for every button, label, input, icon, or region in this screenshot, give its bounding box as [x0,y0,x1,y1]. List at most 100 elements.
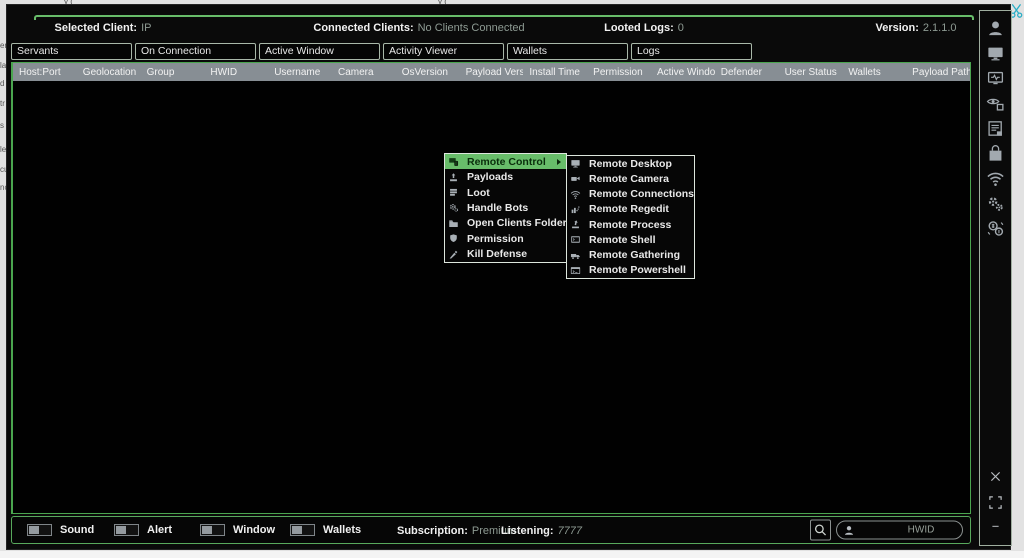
submenu-item-remote-desktop[interactable]: Remote Desktop [567,156,694,171]
process-icon [570,219,581,230]
window-checkbox-label: Window [233,524,275,536]
tab-active-window[interactable]: Active Window [259,43,380,60]
tab-wallets[interactable]: Wallets [507,43,628,60]
camera-icon [570,173,581,184]
column-host-port[interactable]: Host:Port [13,67,77,78]
shield-icon [448,233,459,244]
sidebar-activity-monitor-icon[interactable] [986,69,1005,88]
close-icon[interactable] [988,469,1003,484]
sidebar-user-icon[interactable] [986,19,1005,38]
sidebar-coins-icon[interactable] [986,219,1005,238]
menu-item-label: Open Clients Folder [467,217,567,229]
tab-activity-viewer[interactable]: Activity Viewer [383,43,504,60]
submenu-item-remote-powershell[interactable]: Remote Powershell [567,263,694,278]
selected-client-label: Selected Client: [55,22,138,34]
sidebar-notes-icon[interactable] [986,119,1005,138]
submenu-arrow-icon [557,159,561,165]
submenu-item-remote-shell[interactable]: Remote Shell [567,232,694,247]
version-value: 2.1.1.0 [923,22,957,34]
sidebar-gears-icon[interactable] [986,194,1005,213]
alert-checkbox-group: Alert [114,524,172,536]
menu-item-label: Remote Process [589,219,671,231]
app-window: Selected Client:IP Connected Clients:No … [6,4,1011,550]
desktop-background-strip [0,551,1024,558]
alert-checkbox[interactable] [114,524,139,536]
maximize-icon[interactable] [988,495,1003,510]
version-status: Version:2.1.1.0 [875,22,956,34]
menu-item-label: Remote Gathering [589,249,680,261]
menu-item-open-clients-folder[interactable]: Open Clients Folder [445,216,566,231]
sound-checkbox-group: Sound [27,524,94,536]
column-username[interactable]: Username [268,67,332,78]
wallets-checkbox-label: Wallets [323,524,361,536]
sidebar-monitor-icon[interactable] [986,44,1005,63]
monitor-icon [570,158,581,169]
sidebar-surveillance-icon[interactable] [986,94,1005,113]
tab-on-connection[interactable]: On Connection [135,43,256,60]
submenu-item-remote-camera[interactable]: Remote Camera [567,171,694,186]
listening-port-value: 7777 [558,525,582,537]
user-icon [843,524,855,536]
menu-item-remote-control[interactable]: Remote Control [445,154,566,169]
menu-item-label: Remote Camera [589,173,669,185]
sound-checkbox-label: Sound [60,524,94,536]
column-hwid[interactable]: HWID [204,67,268,78]
column-geolocation[interactable]: Geolocation [77,67,141,78]
menu-item-kill-defense[interactable]: Kill Defense [445,247,566,262]
menu-item-label: Payloads [467,171,513,183]
column-camera[interactable]: Camera [332,67,396,78]
alert-checkbox-label: Alert [147,524,172,536]
menu-item-label: Kill Defense [467,248,527,260]
clients-table-body[interactable] [13,81,970,513]
remote-control-submenu: Remote Desktop Remote Camera Remote Conn… [566,155,695,279]
menu-item-permission[interactable]: Permission [445,231,566,246]
column-user-status[interactable]: User Status [779,67,843,78]
gear-icon [448,202,459,213]
sound-checkbox[interactable] [27,524,52,536]
search-button[interactable] [810,520,831,541]
minimize-icon[interactable] [988,521,1003,531]
clients-table: Host:Port Geolocation Group HWID Usernam… [11,62,971,514]
tab-row: Servants On Connection Active Window Act… [11,43,752,60]
column-group[interactable]: Group [141,67,205,78]
sidebar [979,10,1012,546]
wifi-icon [570,189,581,200]
context-menu: Remote Control Payloads Loot Handle Bots… [444,153,567,263]
column-defender[interactable]: Defender [715,67,779,78]
column-wallets[interactable]: Wallets [842,67,906,78]
status-bar-border [34,15,974,20]
submenu-item-remote-regedit[interactable]: Remote Regedit [567,202,694,217]
column-active-window[interactable]: Active Window [651,67,715,78]
subscription-status: Subscription:Premium [397,521,516,539]
tab-logs[interactable]: Logs [631,43,752,60]
sidebar-bag-icon[interactable] [986,144,1005,163]
menu-item-label: Remote Powershell [589,264,686,276]
subscription-label: Subscription: [397,525,468,537]
column-osversion[interactable]: OsVersion [396,67,460,78]
wallets-checkbox[interactable] [290,524,315,536]
menu-item-payloads[interactable]: Payloads [445,169,566,184]
column-install-time[interactable]: Install Time [523,67,587,78]
connected-clients-value: No Clients Connected [418,22,525,34]
menu-item-label: Remote Desktop [589,158,672,170]
selected-client-value: IP [141,22,151,34]
background-text-fragment: s [0,122,4,130]
remote-control-icon [448,156,459,167]
gathering-icon [570,250,581,261]
submenu-item-remote-gathering[interactable]: Remote Gathering [567,248,694,263]
connected-clients-status: Connected Clients:No Clients Connected [313,22,524,34]
window-checkbox[interactable] [200,524,225,536]
folder-icon [448,218,459,229]
submenu-item-remote-connections[interactable]: Remote Connections [567,187,694,202]
menu-item-label: Remote Control [467,156,546,168]
background-text-fragment: tr [0,100,5,108]
tab-servants[interactable]: Servants [11,43,132,60]
looted-logs-status: Looted Logs:0 [604,22,684,34]
menu-item-handle-bots[interactable]: Handle Bots [445,200,566,215]
menu-item-loot[interactable]: Loot [445,185,566,200]
sidebar-wifi-icon[interactable] [986,169,1005,188]
column-permission[interactable]: Permission [587,67,651,78]
submenu-item-remote-process[interactable]: Remote Process [567,217,694,232]
column-payload-version[interactable]: Payload Version [460,67,524,78]
column-payload-path[interactable]: Payload Path [906,67,970,78]
